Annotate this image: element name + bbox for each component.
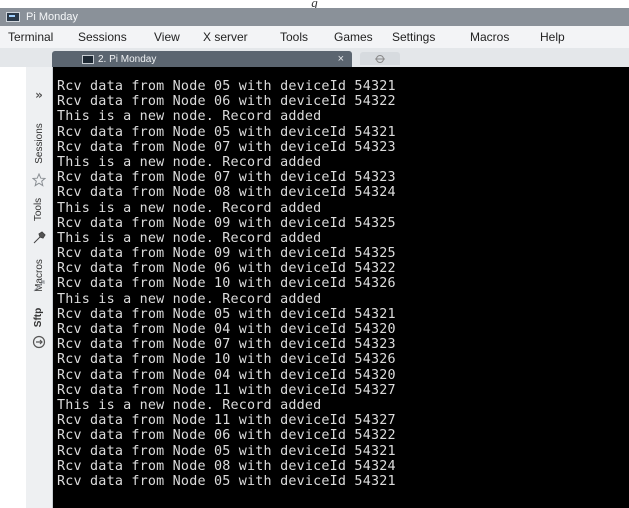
sidebar-tools-label: Tools <box>33 197 45 221</box>
tab-label: 2. Pi Monday <box>98 53 157 65</box>
window-title: Pi Monday <box>26 11 78 23</box>
terminal-tab-icon <box>82 54 94 64</box>
macros-icon[interactable] <box>31 278 47 294</box>
terminal-line: Rcv data from Node 06 with deviceId 5432… <box>57 94 396 110</box>
menu-view[interactable]: View <box>154 30 180 44</box>
terminal-line: Rcv data from Node 05 with deviceId 5432… <box>57 443 396 459</box>
tools-icon[interactable] <box>31 230 47 246</box>
menu-sessions[interactable]: Sessions <box>78 30 127 44</box>
sftp-icon[interactable] <box>31 334 47 350</box>
terminal-line: Rcv data from Node 05 with deviceId 5432… <box>57 306 396 322</box>
expand-sidebar-icon[interactable]: » <box>27 88 51 102</box>
menu-tools[interactable]: Tools <box>280 30 308 44</box>
tab-bar: 2. Pi Monday × <box>0 48 629 67</box>
sidebar-sftp-label: Sftp <box>33 307 45 327</box>
sidebar-item-tools[interactable]: Tools <box>26 190 52 228</box>
terminal-line: Rcv data from Node 05 with deviceId 5432… <box>57 473 396 489</box>
title-bar[interactable]: Pi Monday <box>0 8 629 26</box>
new-tab-button[interactable] <box>360 52 400 65</box>
terminal-app-icon <box>6 12 20 22</box>
tab-pi-monday[interactable]: 2. Pi Monday × <box>52 51 352 67</box>
terminal-line: This is a new node. Record added <box>57 200 322 216</box>
terminal-line: Rcv data from Node 07 with deviceId 5432… <box>57 139 396 155</box>
terminal-line: Rcv data from Node 11 with deviceId 5432… <box>57 413 396 429</box>
sidebar-item-sftp[interactable]: Sftp <box>26 302 52 332</box>
sidebar-item-sessions[interactable]: Sessions <box>26 118 52 168</box>
terminal-line: Rcv data from Node 06 with deviceId 5432… <box>57 428 396 444</box>
close-icon[interactable]: × <box>338 51 344 67</box>
terminal-line: Rcv data from Node 04 with deviceId 5432… <box>57 322 396 337</box>
terminal-line: Rcv data from Node 08 with deviceId 5432… <box>57 185 396 201</box>
menu-macros[interactable]: Macros <box>470 30 509 44</box>
terminal-line: Rcv data from Node 04 with deviceId 5432… <box>57 367 396 383</box>
menu-terminal[interactable]: Terminal <box>8 30 53 44</box>
terminal-line: Rcv data from Node 07 with deviceId 5432… <box>57 170 396 186</box>
caption: g <box>311 0 318 8</box>
menu-x-server[interactable]: X server <box>203 30 248 44</box>
terminal-line: This is a new node. Record added <box>57 154 322 170</box>
terminal-line: Rcv data from Node 09 with deviceId 5432… <box>57 246 396 262</box>
terminal-line: This is a new node. Record added <box>57 397 322 413</box>
terminal-line: Rcv data from Node 07 with deviceId 5432… <box>57 337 396 353</box>
new-tab-icon <box>375 54 385 63</box>
mobaxterm-window: Pi Monday Terminal Sessions View X serve… <box>0 8 629 508</box>
left-margin <box>0 67 26 508</box>
terminal-lines: Rcv data from Node 05 with deviceId 5432… <box>57 79 396 489</box>
terminal-line: Rcv data from Node 05 with deviceId 5432… <box>57 124 396 140</box>
terminal-line: Rcv data from Node 05 with deviceId 5432… <box>57 79 396 94</box>
terminal-line: This is a new node. Record added <box>57 291 322 307</box>
terminal-line: Rcv data from Node 06 with deviceId 5432… <box>57 261 396 277</box>
menu-help[interactable]: Help <box>540 30 565 44</box>
menu-bar: Terminal Sessions View X server Tools Ga… <box>0 26 629 48</box>
terminal-output[interactable]: Rcv data from Node 05 with deviceId 5432… <box>53 67 629 508</box>
sidebar-sessions-label: Sessions <box>33 122 45 164</box>
terminal-line: Rcv data from Node 11 with deviceId 5432… <box>57 382 396 398</box>
terminal-line: Rcv data from Node 09 with deviceId 5432… <box>57 215 396 231</box>
terminal-line: This is a new node. Record added <box>57 109 322 125</box>
terminal-line: Rcv data from Node 10 with deviceId 5432… <box>57 276 396 292</box>
menu-games[interactable]: Games <box>334 30 373 44</box>
menu-settings[interactable]: Settings <box>392 30 435 44</box>
terminal-line: Rcv data from Node 10 with deviceId 5432… <box>57 352 396 368</box>
terminal-line: This is a new node. Record added <box>57 230 322 246</box>
terminal-line: Rcv data from Node 08 with deviceId 5432… <box>57 458 396 474</box>
star-icon[interactable] <box>31 172 47 188</box>
